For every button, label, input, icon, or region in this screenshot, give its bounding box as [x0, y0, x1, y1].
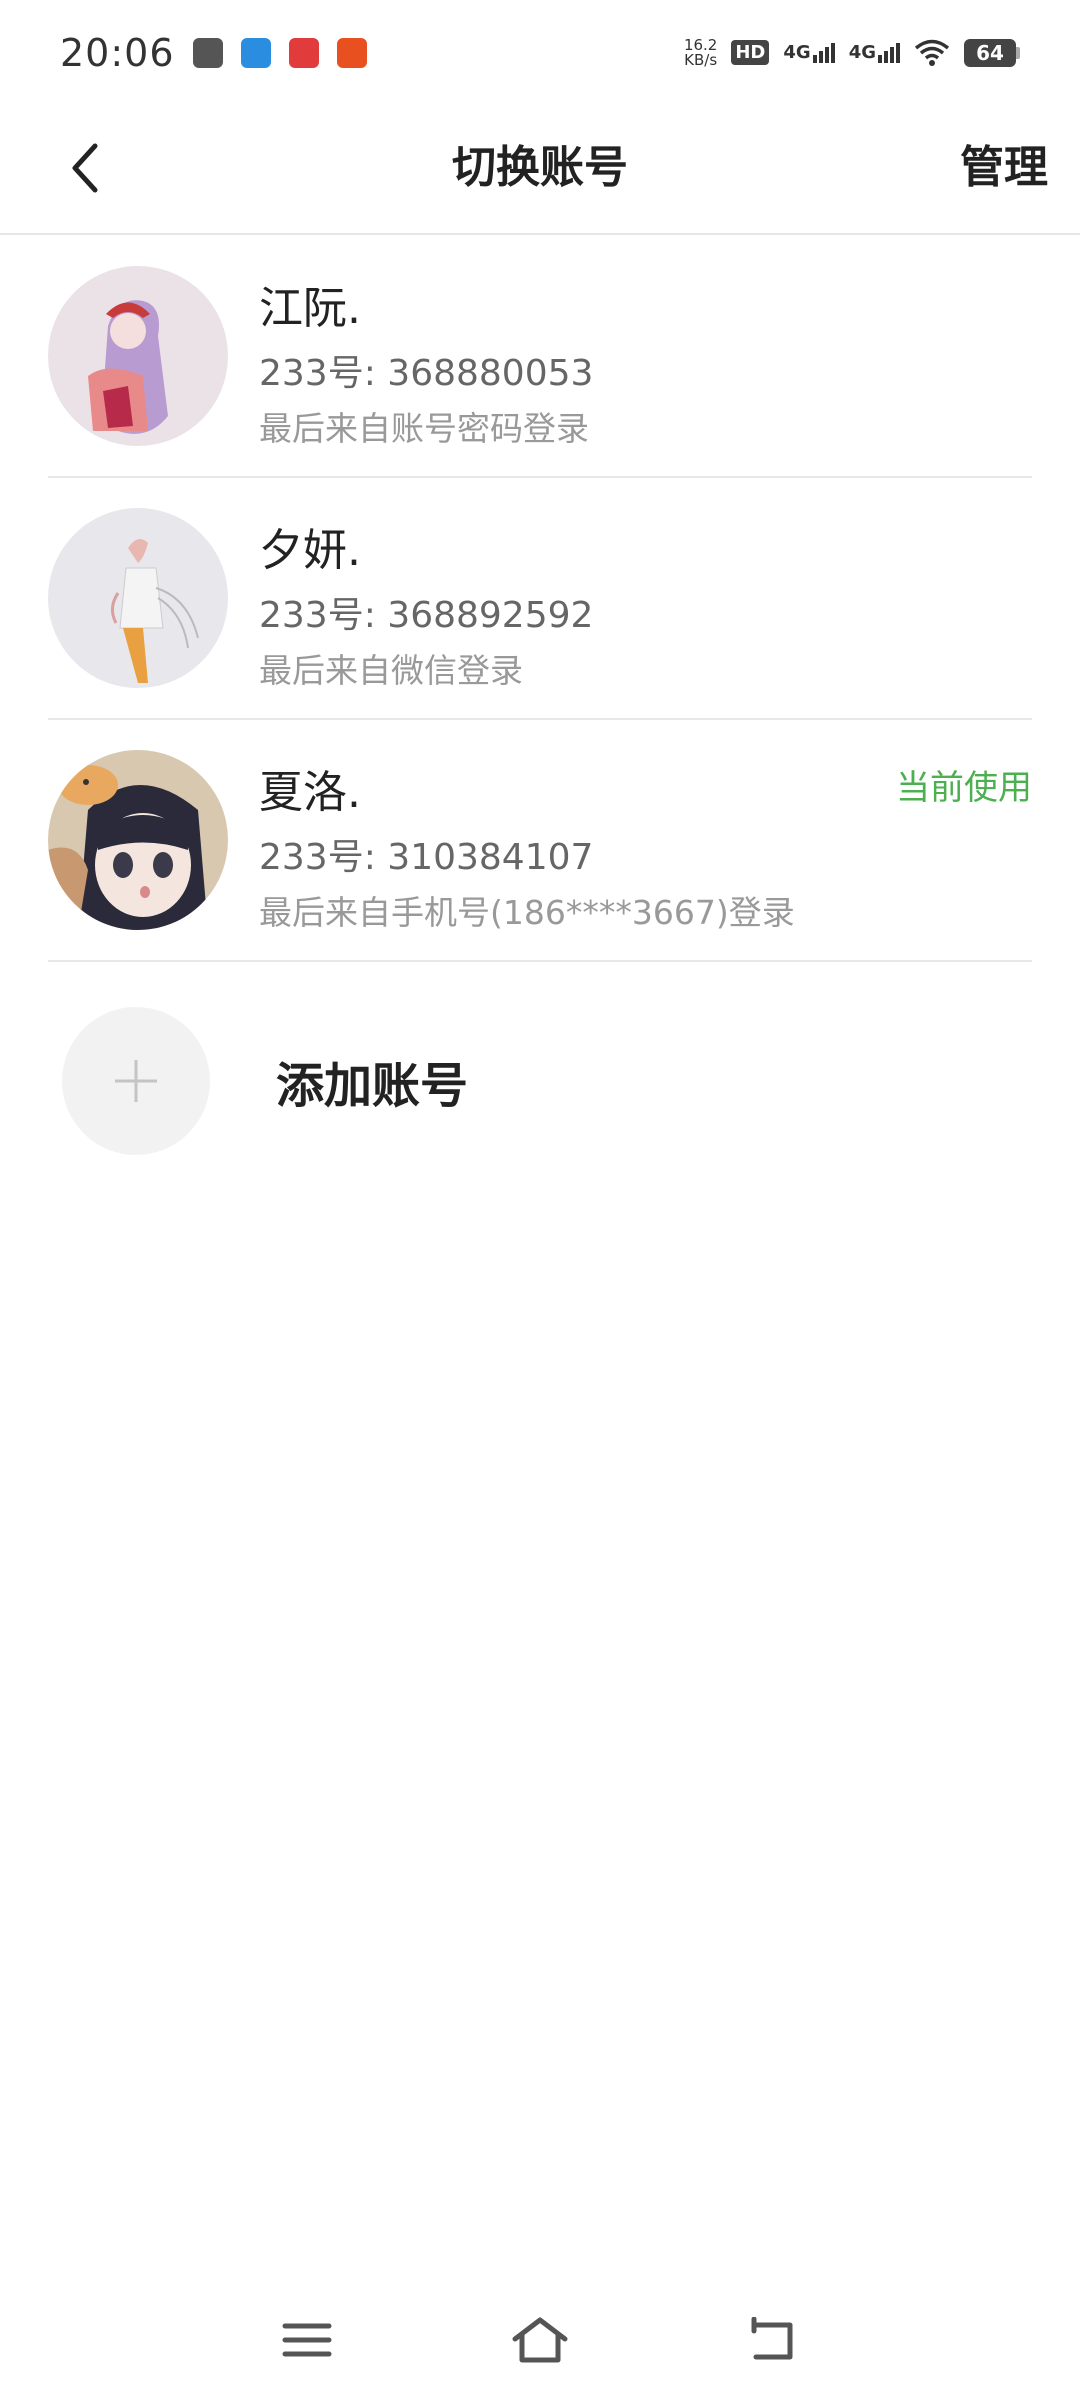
news-app-icon — [288, 37, 319, 68]
recents-button[interactable] — [267, 2300, 347, 2380]
account-row[interactable]: 夕妍. 233号: 368892592 最后来自微信登录 — [48, 478, 1032, 720]
wifi-icon — [914, 39, 950, 66]
orange-app-icon — [336, 37, 367, 68]
status-bar-right: 16.2 KB/s HD 4G 4G 64 — [684, 37, 1020, 69]
add-account-label: 添加账号 — [276, 1058, 469, 1114]
status-bar: 20:06 16.2 KB/s HD 4G 4G 64 — [0, 0, 1080, 105]
plus-icon — [115, 1060, 157, 1102]
back-nav-button[interactable] — [733, 2300, 813, 2380]
signal-1: 4G — [783, 42, 835, 63]
battery-level: 64 — [964, 38, 1016, 67]
current-account-badge: 当前使用 — [896, 768, 1032, 808]
system-nav-bar — [0, 2280, 1080, 2400]
account-login-method: 最后来自手机号(186****3667)登录 — [259, 893, 795, 932]
account-row[interactable]: 江阮. 233号: 368880053 最后来自账号密码登录 — [48, 236, 1032, 478]
account-name: 夏洛. — [259, 767, 361, 818]
tooltool-icon — [192, 37, 223, 68]
avatar — [48, 750, 228, 930]
account-name: 江阮. — [259, 283, 361, 334]
add-account-circle — [62, 1007, 210, 1155]
avatar — [48, 508, 228, 688]
account-name: 夕妍. — [259, 525, 361, 576]
signal-2: 4G — [849, 42, 900, 63]
account-login-method: 最后来自微信登录 — [259, 651, 523, 690]
network-type-2: 4G — [848, 42, 876, 63]
back-icon — [751, 2317, 793, 2360]
network-type-1: 4G — [783, 42, 811, 63]
account-list: 江阮. 233号: 368880053 最后来自账号密码登录 夕妍. 233号:… — [48, 236, 1032, 962]
signal-bars-icon — [812, 43, 835, 63]
account-id: 233号: 368880053 — [259, 353, 594, 394]
signal-bars-icon — [878, 43, 900, 63]
home-icon — [512, 2317, 568, 2363]
net-speed-unit: KB/s — [684, 50, 718, 69]
clock: 20:06 — [60, 30, 175, 75]
paper-plane-app-icon — [240, 37, 271, 68]
page-title: 切换账号 — [452, 142, 628, 193]
status-bar-left: 20:06 — [60, 31, 367, 75]
app-header: 切换账号 管理 — [0, 105, 1080, 235]
menu-icon — [282, 2323, 332, 2357]
avatar — [48, 266, 228, 446]
manage-button[interactable]: 管理 — [960, 133, 1048, 203]
hd-badge: HD — [731, 40, 770, 65]
account-login-method: 最后来自账号密码登录 — [259, 409, 589, 448]
account-row[interactable]: 夏洛. 当前使用 233号: 310384107 最后来自手机号(186****… — [48, 720, 1032, 962]
net-speed: 16.2 KB/s — [684, 37, 718, 69]
battery-icon: 64 — [964, 38, 1020, 67]
home-button[interactable] — [500, 2300, 580, 2380]
add-account-button[interactable]: 添加账号 — [62, 1006, 962, 1156]
account-id: 233号: 310384107 — [259, 837, 594, 878]
account-id: 233号: 368892592 — [259, 595, 594, 636]
